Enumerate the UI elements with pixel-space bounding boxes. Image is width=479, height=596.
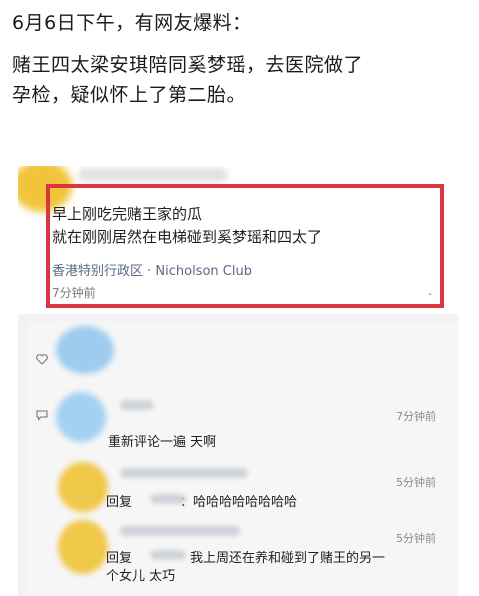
- social-post-screenshot: 早上刚吃完赌王家的瓜 就在刚刚居然在电梯碰到奚梦瑶和四太了 香港特别行政区 · …: [18, 166, 458, 596]
- post-text-line-2: 就在刚刚居然在电梯碰到奚梦瑶和四太了: [52, 228, 323, 246]
- comment-timestamp: 5分钟前: [396, 476, 436, 489]
- blurred-avatar: [56, 326, 114, 374]
- reply-text: 回复 ：哈哈哈哈哈哈哈哈: [106, 494, 297, 512]
- blurred-username: [120, 468, 248, 478]
- blurred-avatar: [56, 392, 106, 442]
- intro-text-line-2: 孕检，疑似怀上了第二胎。: [12, 84, 247, 106]
- blurred-avatar: [58, 520, 108, 574]
- comment-text: 重新评论一遍 天啊: [108, 435, 217, 450]
- blurred-avatar: [58, 462, 108, 512]
- blurred-username: [120, 400, 154, 410]
- blurred-username: [150, 494, 186, 504]
- intro-date-line: 6月6日下午，有网友爆料：: [12, 12, 252, 34]
- article-intro: 6月6日下午，有网友爆料： 赌王四太梁安琪陪同奚梦瑶，去医院做了 孕检，疑似怀上…: [12, 8, 472, 110]
- comment-bubble-icon[interactable]: [36, 410, 48, 424]
- more-options-icon[interactable]: ·: [428, 288, 432, 303]
- reply-body: 我上周还在养和碰到了赌王的另一: [190, 551, 386, 566]
- social-post: 早上刚吃完赌王家的瓜 就在刚刚居然在电梯碰到奚梦瑶和四太了 香港特别行政区 · …: [18, 166, 458, 314]
- reply-text: 回复 我上周还在养和碰到了赌王的另一: [106, 550, 385, 568]
- blurred-username: [120, 526, 240, 536]
- reply-prefix: 回复: [106, 551, 133, 566]
- blurred-username: [78, 168, 228, 182]
- reply-text-continued: 个女儿 太巧: [106, 569, 176, 584]
- comment-timestamp: 5分钟前: [396, 532, 436, 545]
- reply-body: ：哈哈哈哈哈哈哈哈: [180, 495, 298, 510]
- post-text-line-1: 早上刚吃完赌王家的瓜: [52, 205, 203, 223]
- reply-prefix: 回复: [106, 495, 133, 510]
- intro-text-line-1: 赌王四太梁安琪陪同奚梦瑶，去医院做了: [12, 54, 364, 76]
- heart-outline-icon[interactable]: [36, 354, 48, 368]
- comments-section: 7分钟前 重新评论一遍 天啊 5分钟前 回复 ：哈哈哈哈哈哈哈哈 5分钟前 回复我…: [28, 322, 458, 596]
- post-timestamp: 7分钟前: [52, 286, 96, 300]
- post-location[interactable]: 香港特别行政区 · Nicholson Club: [52, 260, 252, 279]
- blurred-username: [150, 550, 186, 560]
- comment-timestamp: 7分钟前: [396, 410, 436, 423]
